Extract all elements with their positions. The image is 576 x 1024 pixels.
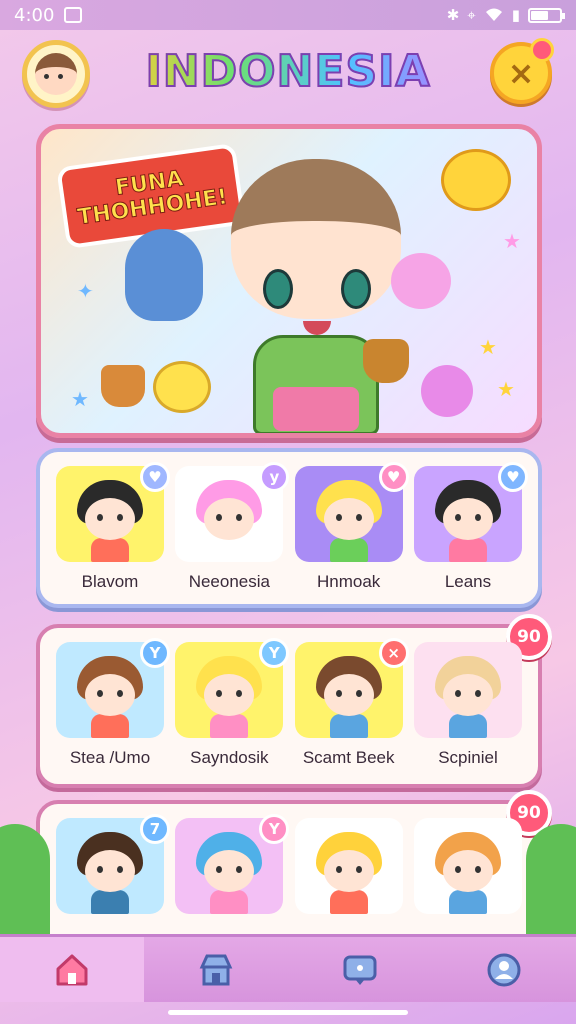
character-name: Neeonesia <box>188 572 270 591</box>
location-icon: ⌖ <box>467 6 476 24</box>
home-icon <box>56 954 88 985</box>
character-name: Scpiniel <box>438 748 498 767</box>
character-tile <box>294 818 403 914</box>
character-card[interactable]: ♥ Hnmoak <box>293 462 409 592</box>
star-icon: ★ <box>503 229 521 253</box>
character-row: ♥ Blavom y Neeonesia ♥ Hnmoak ♥ Leans <box>36 448 542 608</box>
character-tile: Y <box>56 638 170 738</box>
sparkle-icon: ✦ <box>77 279 94 303</box>
character-row: 90 Y Stea /Umo Y Sayndosik × Scamt Beek Scpini… <box>36 614 552 788</box>
nav-home[interactable] <box>0 937 144 1002</box>
character-avatar <box>431 828 505 914</box>
bush-decoration <box>526 824 576 944</box>
check-icon[interactable]: Y <box>140 638 170 668</box>
character-tile: Y <box>175 638 290 738</box>
close-button[interactable]: × <box>490 38 554 104</box>
featured-hero-banner[interactable]: FUNA THOHHOHE! ★ ★ ★ ★ ✦ <box>36 124 542 438</box>
nav-chat[interactable] <box>288 937 432 1002</box>
character-avatar <box>431 476 505 562</box>
close-x-icon: × <box>507 54 535 92</box>
character-name: Hnmoak <box>317 572 381 591</box>
star-icon: ★ <box>479 335 497 359</box>
notification-dot-icon <box>530 38 554 62</box>
character-name: Leans <box>444 572 492 591</box>
character-tile: × <box>294 638 409 738</box>
star-icon: ★ <box>497 377 515 401</box>
character-tile <box>413 642 522 738</box>
number-icon[interactable]: 7 <box>140 814 170 844</box>
character-card[interactable]: × Scamt Beek <box>293 638 409 768</box>
character-card[interactable] <box>293 818 405 914</box>
character-name: Stea /Umo <box>69 748 151 767</box>
nav-shop[interactable] <box>144 937 288 1002</box>
hero-character <box>211 149 421 433</box>
yellow-chick-icon <box>153 361 211 413</box>
battery-icon <box>528 7 565 23</box>
status-bar: 4:00 ✱ ⌖ ▮ <box>0 0 576 30</box>
heart-icon[interactable]: ♥ <box>497 462 528 492</box>
star-icon: ★ <box>71 387 89 411</box>
wifi-icon <box>485 8 502 21</box>
character-avatar <box>312 652 386 738</box>
character-row: 90 7Y <box>36 790 552 940</box>
heart-icon[interactable]: ♥ <box>378 462 409 492</box>
home-indicator[interactable] <box>168 1010 408 1015</box>
shop-icon <box>199 954 233 985</box>
character-tile: ♥ <box>294 462 409 562</box>
character-card[interactable] <box>412 818 524 914</box>
bottom-navigation <box>0 934 576 1002</box>
character-card[interactable]: y Neeonesia <box>173 462 290 592</box>
character-avatar <box>73 476 147 562</box>
close-icon[interactable]: × <box>378 638 409 668</box>
character-name: Blavom <box>81 572 139 591</box>
character-card[interactable]: ♥ Leans <box>412 462 528 592</box>
flower-pot-icon <box>101 365 145 407</box>
character-tile <box>413 818 522 914</box>
pink-blob-icon <box>421 365 473 417</box>
character-avatar <box>73 828 147 914</box>
bush-decoration <box>0 824 50 944</box>
notification-icon <box>64 7 83 23</box>
blue-hair-character <box>125 229 203 321</box>
check-icon[interactable]: Y <box>259 638 290 668</box>
character-avatar <box>192 476 266 562</box>
character-avatar <box>312 828 386 914</box>
heart-icon[interactable]: ♥ <box>140 462 170 492</box>
character-card[interactable]: 7 <box>54 814 170 914</box>
chat-icon <box>343 955 377 985</box>
character-tile: 7 <box>56 814 170 914</box>
honey-pot-icon <box>363 339 409 383</box>
check-icon[interactable]: Y <box>259 814 290 844</box>
character-card[interactable]: Scpiniel <box>412 642 524 768</box>
character-avatar <box>192 828 266 914</box>
nav-profile[interactable] <box>432 937 576 1002</box>
smiley-speech-icon <box>441 149 511 211</box>
pink-cat-icon <box>391 253 451 309</box>
character-card[interactable]: Y <box>173 814 290 914</box>
character-tile: Y <box>175 814 290 914</box>
character-avatar <box>73 652 147 738</box>
status-time: 4:00 <box>14 4 55 26</box>
character-name: Scamt Beek <box>302 748 395 767</box>
character-name: Sayndosik <box>190 748 269 767</box>
character-avatar <box>192 652 266 738</box>
header: INDONESIA × <box>0 38 576 114</box>
character-card[interactable]: ♥ Blavom <box>54 462 170 592</box>
character-tile: y <box>175 462 290 562</box>
character-card[interactable]: Y Sayndosik <box>173 638 290 768</box>
profile-icon <box>487 953 521 986</box>
character-avatar <box>431 652 505 738</box>
character-card[interactable]: Y Stea /Umo <box>54 638 170 768</box>
character-tile: ♥ <box>413 462 528 562</box>
charging-icon: ▮ <box>511 6 520 24</box>
character-tile: ♥ <box>56 462 170 562</box>
character-avatar <box>312 476 386 562</box>
check-icon[interactable]: y <box>259 462 290 492</box>
vibrate-icon: ✱ <box>446 6 460 24</box>
